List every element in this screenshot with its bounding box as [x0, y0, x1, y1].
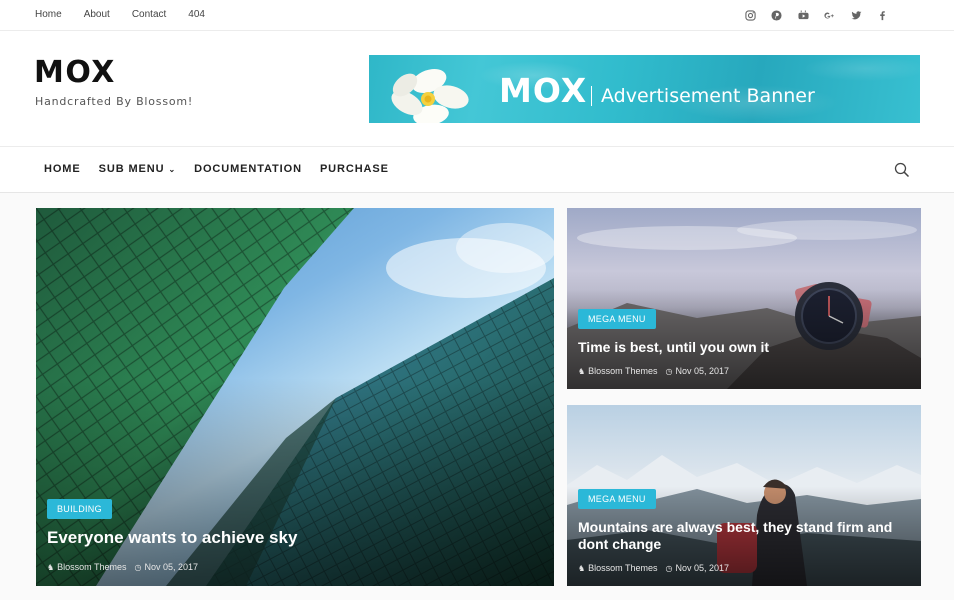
- site-tagline: Handcrafted By Blossom!: [35, 95, 194, 108]
- menu-item-label: PURCHASE: [319, 163, 389, 175]
- clock-icon: ◷: [665, 366, 673, 376]
- advertisement-banner[interactable]: MOX Advertisement Banner: [369, 55, 920, 123]
- menu-item-label: SUB MENU: [98, 163, 165, 175]
- topnav-home[interactable]: Home: [35, 9, 62, 20]
- post-author[interactable]: Blossom Themes: [588, 366, 657, 376]
- topnav-contact[interactable]: Contact: [132, 9, 166, 20]
- topnav-404[interactable]: 404: [188, 9, 205, 20]
- featured-post-large[interactable]: BUILDING Everyone wants to achieve sky ♞…: [36, 208, 554, 586]
- plumeria-flower-icon: [391, 68, 469, 123]
- instagram-icon[interactable]: [737, 7, 764, 23]
- author-icon: ♞: [47, 562, 55, 572]
- image-overlay: [567, 208, 921, 389]
- banner-divider: [591, 86, 592, 106]
- featured-post-small-2[interactable]: MEGA MENU Mountains are always best, the…: [567, 405, 921, 586]
- post-date[interactable]: Nov 05, 2017: [676, 563, 730, 573]
- post-meta: ♞ Blossom Themes ◷ Nov 05, 2017: [578, 366, 729, 376]
- menu-item-home[interactable]: HOME: [44, 163, 81, 175]
- post-title[interactable]: Time is best, until you own it: [578, 339, 908, 355]
- post-meta: ♞ Blossom Themes ◷ Nov 05, 2017: [47, 562, 198, 572]
- menu-item-label: DOCUMENTATION: [194, 163, 302, 175]
- pinterest-icon[interactable]: [764, 7, 791, 23]
- post-date[interactable]: Nov 05, 2017: [676, 366, 730, 376]
- site-header: MOX Handcrafted By Blossom! MOX Advertis…: [0, 31, 954, 147]
- top-bar: Home About Contact 404: [0, 0, 954, 31]
- author-icon: ♞: [578, 563, 586, 573]
- main-navigation: HOME SUB MENU ⌄ DOCUMENTATION PURCHASE: [0, 147, 954, 193]
- category-badge[interactable]: MEGA MENU: [578, 309, 656, 329]
- youtube-icon[interactable]: [790, 7, 817, 23]
- clock-icon: ◷: [665, 563, 673, 573]
- menu-item-label: HOME: [44, 163, 81, 175]
- post-meta: ♞ Blossom Themes ◷ Nov 05, 2017: [578, 563, 729, 573]
- category-badge[interactable]: BUILDING: [47, 499, 112, 519]
- chevron-down-icon: ⌄: [168, 164, 177, 174]
- menu-item-purchase[interactable]: PURCHASE: [320, 163, 389, 175]
- top-navigation: Home About Contact 404: [35, 9, 227, 20]
- post-author[interactable]: Blossom Themes: [588, 563, 657, 573]
- facebook-icon[interactable]: [870, 7, 897, 23]
- post-title[interactable]: Everyone wants to achieve sky: [47, 528, 527, 548]
- clock-icon: ◷: [134, 562, 142, 572]
- featured-post-small-1[interactable]: MEGA MENU Time is best, until you own it…: [567, 208, 921, 389]
- banner-text-label: Advertisement Banner: [601, 85, 815, 107]
- post-date[interactable]: Nov 05, 2017: [145, 562, 199, 572]
- category-badge[interactable]: MEGA MENU: [578, 489, 656, 509]
- google-plus-icon[interactable]: [817, 7, 844, 23]
- site-title[interactable]: MOX: [34, 55, 116, 90]
- topnav-about[interactable]: About: [84, 9, 110, 20]
- post-author[interactable]: Blossom Themes: [57, 562, 126, 572]
- search-icon[interactable]: [894, 162, 910, 178]
- banner-text: Advertisement Banner: [593, 85, 815, 107]
- menu-item-documentation[interactable]: DOCUMENTATION: [194, 163, 302, 175]
- menu-item-sub-menu[interactable]: SUB MENU ⌄: [99, 163, 176, 175]
- primary-menu: HOME SUB MENU ⌄ DOCUMENTATION PURCHASE: [44, 163, 407, 175]
- social-links: [737, 7, 896, 23]
- banner-brand: MOX: [499, 71, 588, 110]
- twitter-icon[interactable]: [843, 7, 870, 23]
- author-icon: ♞: [578, 366, 586, 376]
- post-title[interactable]: Mountains are always best, they stand fi…: [578, 519, 918, 553]
